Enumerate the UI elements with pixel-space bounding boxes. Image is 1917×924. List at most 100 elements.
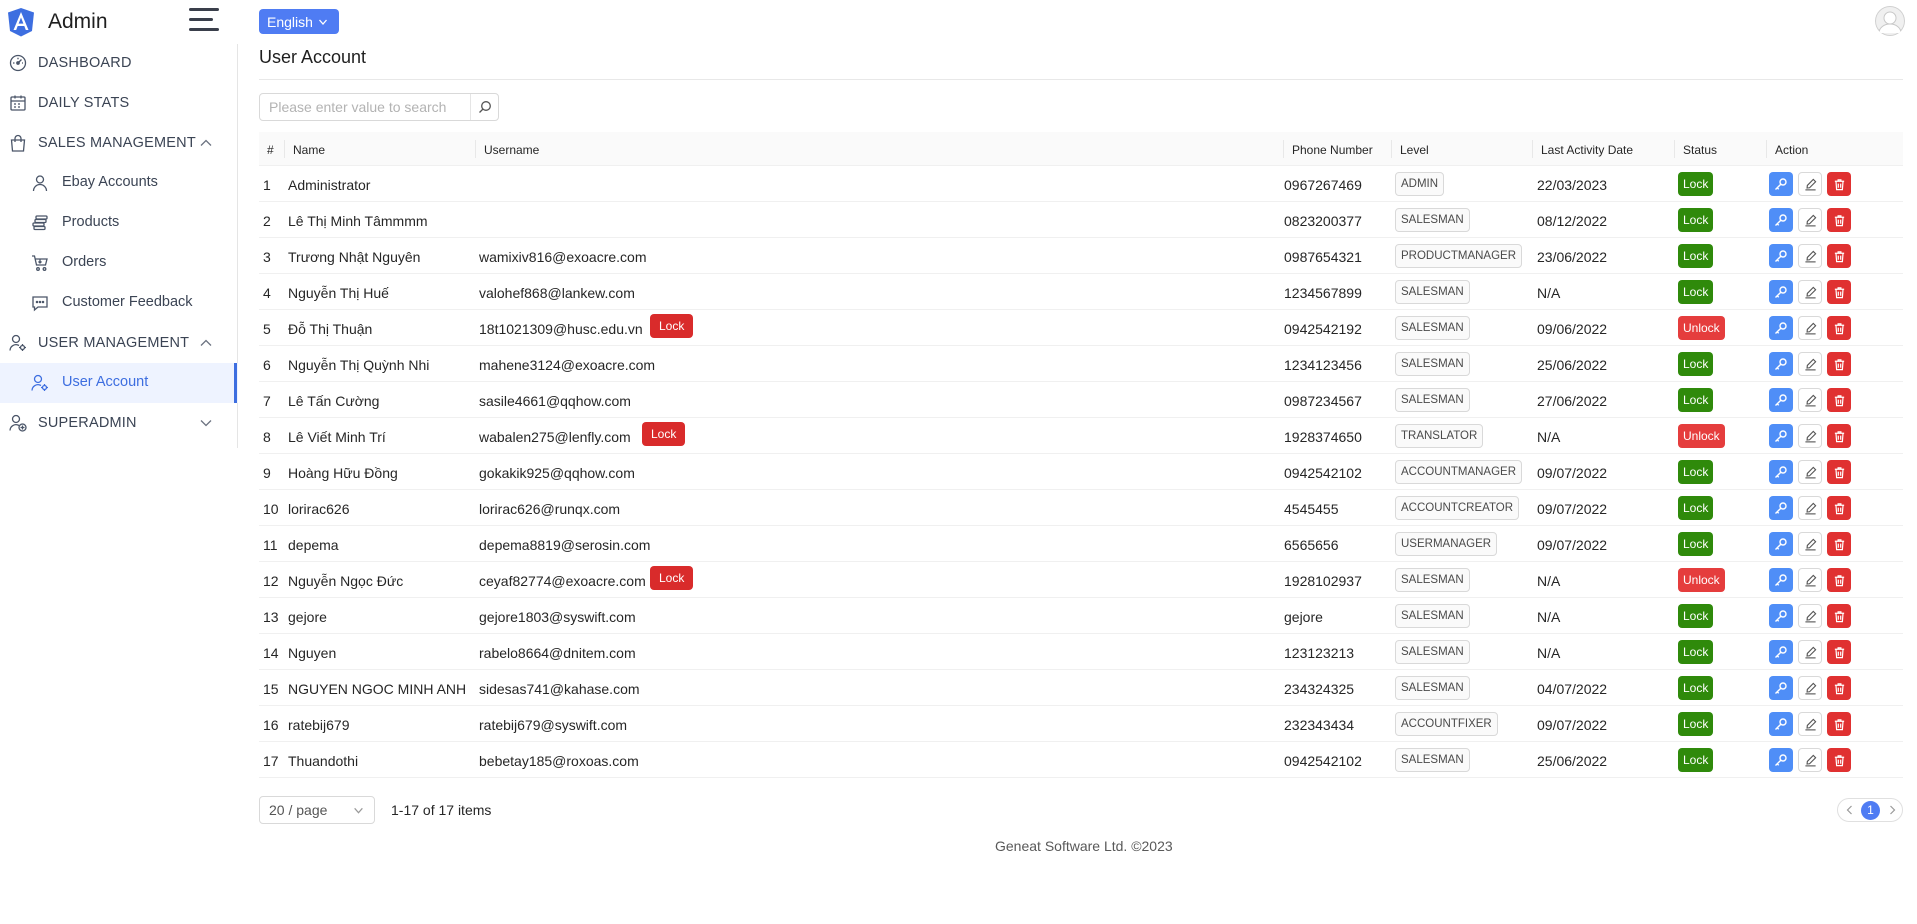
status-toggle-button[interactable]: Lock <box>1678 748 1714 772</box>
edit-button[interactable] <box>1798 172 1822 196</box>
avatar[interactable] <box>1875 6 1905 36</box>
sidebar-item-customer-feedback[interactable]: Customer Feedback <box>0 283 238 323</box>
locked-badge[interactable]: Lock <box>650 566 694 590</box>
delete-button[interactable] <box>1827 424 1851 448</box>
delete-button[interactable] <box>1827 640 1851 664</box>
delete-button[interactable] <box>1827 604 1851 628</box>
search-button[interactable] <box>470 94 498 120</box>
delete-button[interactable] <box>1827 748 1851 772</box>
edit-button[interactable] <box>1798 316 1822 340</box>
reset-password-button[interactable] <box>1769 568 1793 592</box>
locked-badge[interactable]: Lock <box>650 314 694 338</box>
status-toggle-button[interactable]: Unlock <box>1678 568 1725 592</box>
edit-button[interactable] <box>1798 424 1822 448</box>
last-activity-date: 25/06/2022 <box>1537 357 1608 373</box>
sidebar-item-dashboard[interactable]: DASHBOARD <box>0 43 238 83</box>
reset-password-button[interactable] <box>1769 424 1793 448</box>
search-input[interactable] <box>260 94 460 120</box>
reset-password-button[interactable] <box>1769 676 1793 700</box>
delete-button[interactable] <box>1827 388 1851 412</box>
edit-button[interactable] <box>1798 676 1822 700</box>
edit-button[interactable] <box>1798 604 1822 628</box>
sidebar-item-superadmin[interactable]: SUPERADMIN <box>0 403 238 443</box>
reset-password-button[interactable] <box>1769 280 1793 304</box>
status-toggle-button[interactable]: Unlock <box>1678 316 1725 340</box>
delete-button[interactable] <box>1827 280 1851 304</box>
edit-button[interactable] <box>1798 496 1822 520</box>
edit-button[interactable] <box>1798 532 1822 556</box>
delete-button[interactable] <box>1827 316 1851 340</box>
page-size-select[interactable]: 20 / page <box>259 796 375 824</box>
edit-button[interactable] <box>1798 460 1822 484</box>
edit-icon <box>1804 502 1816 514</box>
status-toggle-button[interactable]: Lock <box>1678 676 1714 700</box>
page-number-button[interactable]: 1 <box>1861 801 1880 820</box>
delete-button[interactable] <box>1827 712 1851 736</box>
reset-password-button[interactable] <box>1769 604 1793 628</box>
reset-password-button[interactable] <box>1769 352 1793 376</box>
status-toggle-button[interactable]: Lock <box>1678 640 1714 664</box>
reset-password-button[interactable] <box>1769 496 1793 520</box>
reset-password-button[interactable] <box>1769 748 1793 772</box>
sidebar-item-products[interactable]: Products <box>0 203 238 243</box>
chevron-left-icon[interactable] <box>1844 804 1856 816</box>
edit-button[interactable] <box>1798 244 1822 268</box>
reset-password-button[interactable] <box>1769 532 1793 556</box>
delete-button[interactable] <box>1827 532 1851 556</box>
chevron-right-icon[interactable] <box>1886 804 1898 816</box>
delete-button[interactable] <box>1827 352 1851 376</box>
reset-password-button[interactable] <box>1769 316 1793 340</box>
status-toggle-button[interactable]: Unlock <box>1678 424 1725 448</box>
edit-button[interactable] <box>1798 208 1822 232</box>
user-phone: 1234567899 <box>1284 285 1362 301</box>
user-phone: 0942542192 <box>1284 321 1362 337</box>
edit-button[interactable] <box>1798 352 1822 376</box>
status-toggle-button[interactable]: Lock <box>1678 712 1714 736</box>
level-tag: TRANSLATOR <box>1395 424 1484 448</box>
status-toggle-button[interactable]: Lock <box>1678 604 1714 628</box>
menu-toggle-icon[interactable] <box>189 7 219 35</box>
status-toggle-button[interactable]: Lock <box>1678 460 1714 484</box>
delete-button[interactable] <box>1827 460 1851 484</box>
status-toggle-button[interactable]: Lock <box>1678 388 1714 412</box>
edit-button[interactable] <box>1798 388 1822 412</box>
edit-button[interactable] <box>1798 568 1822 592</box>
status-toggle-button[interactable]: Lock <box>1678 532 1714 556</box>
sidebar-item-user-management[interactable]: USER MANAGEMENT <box>0 323 238 363</box>
edit-button[interactable] <box>1798 712 1822 736</box>
user-username: sidesas741@kahase.com <box>479 681 640 697</box>
language-dropdown[interactable]: English <box>259 9 339 34</box>
edit-button[interactable] <box>1798 748 1822 772</box>
locked-badge[interactable]: Lock <box>642 422 686 446</box>
status-toggle-button[interactable]: Lock <box>1678 496 1714 520</box>
column-header-level: Level <box>1400 143 1429 157</box>
status-toggle-button[interactable]: Lock <box>1678 208 1714 232</box>
delete-button[interactable] <box>1827 568 1851 592</box>
edit-button[interactable] <box>1798 280 1822 304</box>
status-toggle-button[interactable]: Lock <box>1678 172 1714 196</box>
reset-password-button[interactable] <box>1769 712 1793 736</box>
status-toggle-button[interactable]: Lock <box>1678 352 1714 376</box>
sidebar-item-label: User Account <box>62 374 149 390</box>
delete-button[interactable] <box>1827 676 1851 700</box>
sidebar-item-ebay-accounts[interactable]: Ebay Accounts <box>0 163 238 203</box>
reset-password-button[interactable] <box>1769 208 1793 232</box>
status-toggle-button[interactable]: Lock <box>1678 280 1714 304</box>
sidebar-item-orders[interactable]: Orders <box>0 243 238 283</box>
delete-button[interactable] <box>1827 172 1851 196</box>
sidebar-item-sales-management[interactable]: SALES MANAGEMENT <box>0 123 238 163</box>
delete-button[interactable] <box>1827 244 1851 268</box>
reset-password-button[interactable] <box>1769 460 1793 484</box>
delete-button[interactable] <box>1827 496 1851 520</box>
reset-password-button[interactable] <box>1769 244 1793 268</box>
reset-password-button[interactable] <box>1769 172 1793 196</box>
delete-button[interactable] <box>1827 208 1851 232</box>
reset-password-button[interactable] <box>1769 388 1793 412</box>
edit-button[interactable] <box>1798 640 1822 664</box>
edit-icon <box>1804 538 1816 550</box>
status-toggle-button[interactable]: Lock <box>1678 244 1714 268</box>
reset-password-button[interactable] <box>1769 640 1793 664</box>
sidebar-item-daily-stats[interactable]: DAILY STATS <box>0 83 238 123</box>
brand[interactable]: Admin <box>7 7 108 37</box>
sidebar-item-user-account[interactable]: User Account <box>0 363 238 403</box>
